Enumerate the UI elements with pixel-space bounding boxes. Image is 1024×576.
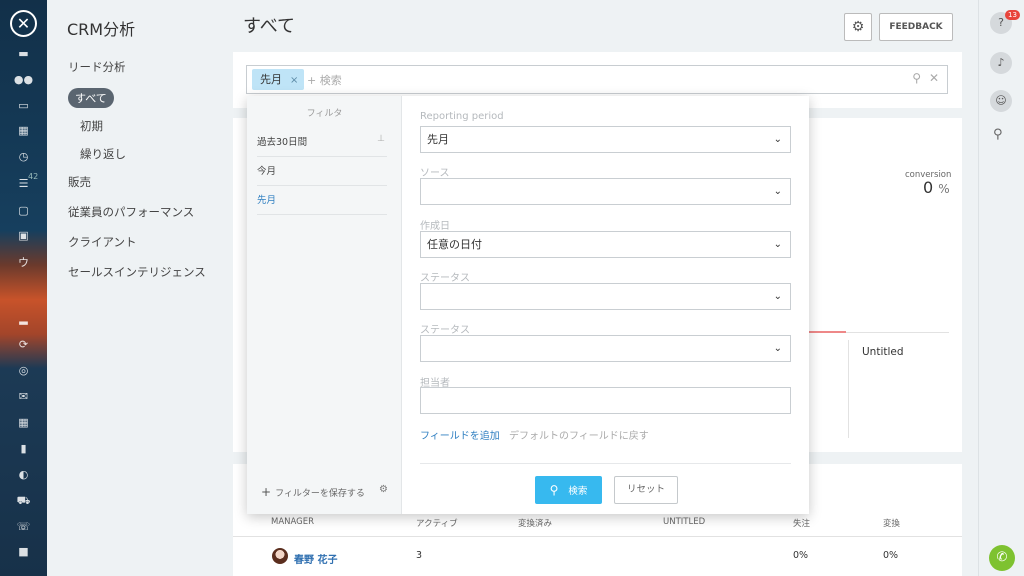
nav-clients[interactable]: クライアント [68,234,137,250]
grid-icon[interactable]: ▦ [0,416,47,429]
col-header-lost[interactable]: 失注 [793,517,810,529]
rail-letter-item[interactable]: ウ [0,254,47,270]
module-title: CRM分析 [67,20,136,39]
search-icon[interactable]: ⚲ [993,127,1003,142]
contacts-icon[interactable]: ●● [0,73,47,86]
avatar [272,548,288,564]
created-date-select[interactable]: 任意の日付 ⌄ [420,231,791,258]
filter-chip[interactable]: 先月 × [252,69,305,90]
save-filter-button[interactable]: + フィルターを保存する [261,485,365,499]
field-label-status: ステータス [420,273,470,284]
preset-last-30-days[interactable]: 過去30日間 ⊥ [257,134,387,157]
chevron-down-icon: ⌄ [773,186,782,197]
chat-icon[interactable]: ☺ [990,90,1012,112]
analytics-sidebar: CRM分析 リード分析 すべて 初期 繰り返し 販売 従業員のパフォーマンス ク… [47,0,233,576]
bar-chart-icon[interactable]: ▮ [0,442,47,455]
filter-presets-panel: フィルタ 過去30日間 ⊥ 今月 先月 + フィルターを保存する ⚙ [247,96,402,514]
pie-icon[interactable]: ◐ [0,468,47,481]
search-placeholder: + 検索 [307,74,342,87]
mail-icon[interactable]: ✉ [0,390,47,403]
assignee-input[interactable] [420,387,791,414]
filter-popup: フィルタ 過去30日間 ⊥ 今月 先月 + フィルターを保存する ⚙ Reporti… [247,96,809,514]
chart-line [809,331,846,333]
chevron-down-icon: ⌄ [773,134,782,145]
phone-icon[interactable]: ✆ [989,545,1015,571]
search-icon[interactable]: ⚲ [912,71,921,85]
col-header-conversion[interactable]: 変換 [883,517,900,529]
search-icon: ⚲ [549,483,559,497]
drive-icon[interactable]: ▂ [0,312,47,325]
reset-button[interactable]: リセット [614,476,678,504]
gear-icon: ⚙ [851,19,865,35]
inbox-icon[interactable]: ▭ [0,99,47,112]
field-label-reporting-period: Reporting period [420,111,504,122]
chevron-down-icon: ⌄ [773,239,782,250]
nav-employee-performance[interactable]: 従業員のパフォーマンス [68,204,194,220]
preset-this-month[interactable]: 今月 [257,163,387,186]
nav-sales-intelligence[interactable]: セールスインテリジェンス [68,264,206,280]
add-field-link[interactable]: フィールドを追加 [420,427,500,442]
divider [848,340,849,438]
target-icon[interactable]: ◎ [0,364,47,377]
preset-last-month[interactable]: 先月 [257,192,387,215]
filter-icon[interactable]: ☰ [0,177,47,190]
divider [233,536,962,537]
reporting-period-select[interactable]: 先月 ⌄ [420,126,791,153]
nav-all-selected[interactable]: すべて [68,88,114,108]
calendar-icon[interactable]: ▦ [0,124,47,137]
col-header-active[interactable]: アクティブ [416,517,458,529]
status-select[interactable]: ⌄ [420,283,791,310]
nav-lead-analysis[interactable]: リード分析 [68,59,126,75]
sync-icon[interactable]: ⟳ [0,338,47,351]
feedback-button[interactable]: FEEDBACK [879,13,953,41]
search-input[interactable]: 先月 × + 検索 ⚲ ✕ [246,65,948,94]
filter-form: Reporting period 先月 ⌄ ソース ⌄ 作成日 任意の日付 ⌄ ステ… [402,96,809,514]
left-icon-rail: ✕ ▬ ●● ▭ ▦ ◷ ☰ 42 ▢ ▣ ウ ▂ ⟳ ◎ ✉ ▦ ▮ ◐ ⛟ … [0,0,47,576]
gear-icon[interactable]: ⚙ [379,484,388,495]
filter-count-badge: 42 [28,172,39,181]
nav-sub-initial[interactable]: 初期 [80,118,103,134]
filter-chip-label: 先月 [260,73,282,86]
col-header-untitled[interactable]: UNTITLED [663,517,705,527]
help-badge: 13 [1005,10,1020,20]
status-select-2[interactable]: ⌄ [420,335,791,362]
field-label-source: ソース [420,168,450,179]
nav-sales[interactable]: 販売 [68,174,91,190]
phone-rail-icon[interactable]: ☏ [0,520,47,533]
cell-active: 3 [416,550,423,561]
clock-icon[interactable]: ◷ [0,150,47,163]
chip-remove-icon[interactable]: × [290,75,298,86]
chevron-down-icon: ⌄ [773,343,782,354]
field-label-status-2: ステータス [420,325,470,336]
page-title: すべて [243,16,296,37]
conversion-value: 0 % [923,178,950,197]
card-icon[interactable]: ▣ [0,229,47,242]
clear-icon[interactable]: ✕ [929,71,939,85]
cart-icon[interactable]: ⛟ [0,494,47,509]
plus-icon: + [261,485,272,499]
manager-name-link[interactable]: 春野 花子 [294,551,337,566]
source-select[interactable]: ⌄ [420,178,791,205]
settings-button[interactable]: ⚙ [844,13,872,41]
box-icon[interactable]: ■ [0,545,47,558]
chevron-down-icon: ⌄ [773,291,782,302]
field-label-created-date: 作成日 [420,221,450,232]
divider [420,463,791,464]
cell-lost: 0% [793,550,809,561]
close-icon[interactable]: ✕ [10,10,37,37]
nav-sub-repeat[interactable]: 繰り返し [80,146,126,162]
untitled-stat-label: Untitled [862,346,904,358]
cell-conversion: 0% [883,550,899,561]
bell-icon[interactable]: ♪ [990,52,1012,74]
reset-default-fields-link[interactable]: デフォルトのフィールドに戻す [509,427,649,442]
divider [846,332,949,333]
right-rail: ? 13 ♪ ☺ ⚲ ✆ [978,0,1024,576]
filter-header: フィルタ [306,109,343,119]
search-button[interactable]: ⚲ 検索 [535,476,602,504]
pin-icon[interactable]: ⊥ [377,134,385,144]
window-icon[interactable]: ▢ [0,204,47,217]
chat-icon[interactable]: ▬ [0,47,47,60]
col-header-converted[interactable]: 変換済み [518,517,552,529]
col-header-manager[interactable]: MANAGER [271,517,314,527]
